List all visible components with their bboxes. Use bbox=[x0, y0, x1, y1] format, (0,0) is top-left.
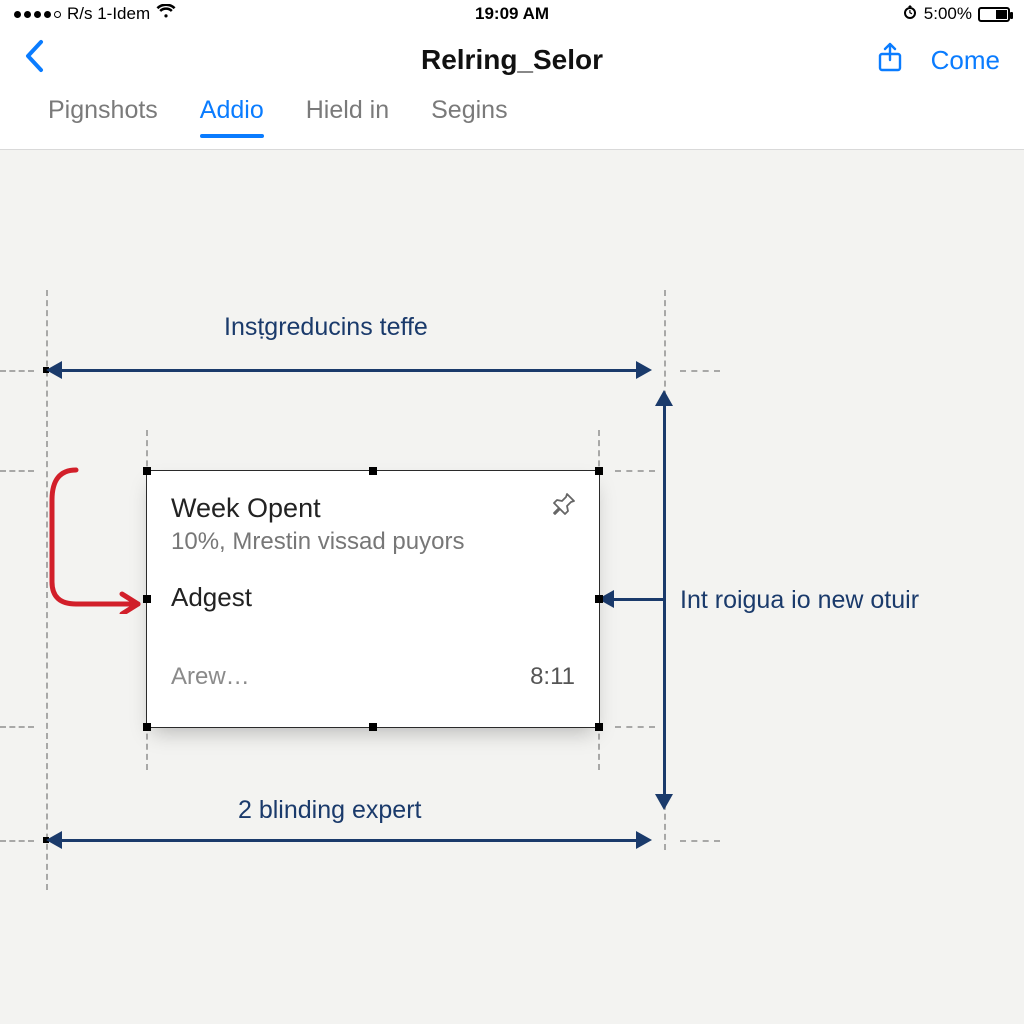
dimension-line-bottom bbox=[60, 839, 636, 842]
guide-tick bbox=[615, 470, 655, 472]
pin-icon[interactable] bbox=[551, 491, 577, 522]
tab-hield-in[interactable]: Hield in bbox=[306, 96, 389, 137]
tab-addio[interactable]: Addio bbox=[200, 96, 264, 137]
back-button[interactable] bbox=[24, 39, 44, 82]
share-button[interactable] bbox=[877, 42, 903, 79]
signal-dots-icon bbox=[14, 11, 61, 18]
tab-bar: Pignshots Addio Hield in Segins bbox=[0, 92, 1024, 150]
dimension-line-right-h bbox=[612, 598, 664, 601]
arrowhead-icon bbox=[636, 361, 652, 379]
card-title: Week Opent bbox=[171, 493, 575, 524]
arrowhead-icon bbox=[655, 390, 673, 406]
page-title: Relring_Selor bbox=[421, 44, 603, 76]
guide-tick bbox=[0, 470, 34, 472]
card-footer-left: Arew… bbox=[171, 663, 250, 691]
annotation-bottom: 2 blinding expert bbox=[238, 796, 421, 825]
resize-handle[interactable] bbox=[143, 723, 151, 731]
card-footer-time: 8:11 bbox=[530, 663, 575, 691]
resize-handle[interactable] bbox=[143, 595, 151, 603]
guide-tick bbox=[680, 370, 720, 372]
design-canvas[interactable]: Insṭgreducins teffe 2 blinding expert In… bbox=[0, 150, 1024, 1024]
nav-bar: Relring_Selor Come bbox=[0, 28, 1024, 92]
resize-handle[interactable] bbox=[595, 723, 603, 731]
status-bar: R/s 1-Idem 19:09 AM 5:00% bbox=[0, 0, 1024, 28]
annotation-right: Int roigua io new otuir bbox=[680, 586, 919, 615]
battery-percent: 5:00% bbox=[924, 4, 972, 24]
note-card[interactable]: Week Opent 10%, Mrestin vissad puyors Ad… bbox=[146, 470, 600, 728]
dimension-line-top bbox=[60, 369, 636, 372]
arrowhead-icon bbox=[46, 361, 62, 379]
resize-handle[interactable] bbox=[595, 467, 603, 475]
status-time: 19:09 AM bbox=[475, 4, 549, 24]
arrowhead-icon bbox=[46, 831, 62, 849]
red-loop-arrow-icon bbox=[46, 464, 156, 614]
status-left: R/s 1-Idem bbox=[14, 4, 176, 24]
guide-tick bbox=[0, 840, 34, 842]
carrier-label: R/s 1-Idem bbox=[67, 4, 150, 24]
arrowhead-icon bbox=[636, 831, 652, 849]
guide-tick bbox=[0, 726, 34, 728]
guide-tick bbox=[680, 840, 720, 842]
arrowhead-icon bbox=[655, 794, 673, 810]
guide-tick bbox=[615, 726, 655, 728]
card-subtitle: 10%, Mrestin vissad puyors bbox=[171, 528, 575, 556]
resize-handle[interactable] bbox=[143, 467, 151, 475]
battery-icon bbox=[978, 7, 1010, 22]
status-right: 5:00% bbox=[902, 4, 1010, 25]
alarm-icon bbox=[902, 4, 918, 25]
tab-segins[interactable]: Segins bbox=[431, 96, 507, 137]
resize-handle[interactable] bbox=[369, 723, 377, 731]
annotation-top: Insṭgreducins teffe bbox=[224, 313, 428, 342]
tab-pignshots[interactable]: Pignshots bbox=[48, 96, 158, 137]
wifi-icon bbox=[156, 4, 176, 24]
done-button[interactable]: Come bbox=[931, 45, 1000, 76]
resize-handle[interactable] bbox=[369, 467, 377, 475]
card-row: Adgest bbox=[171, 582, 575, 613]
guide-tick bbox=[0, 370, 34, 372]
resize-handle[interactable] bbox=[595, 595, 603, 603]
